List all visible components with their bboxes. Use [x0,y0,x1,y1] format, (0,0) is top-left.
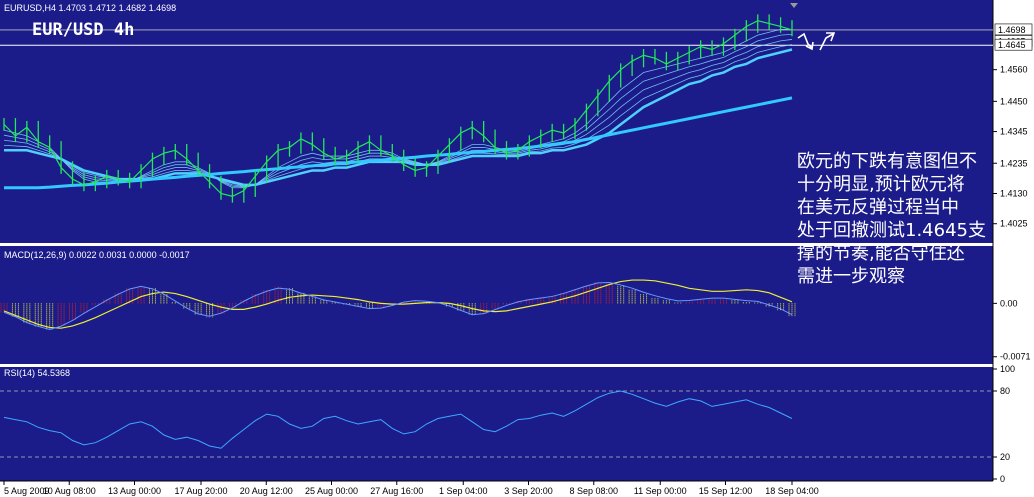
comment-line-1: 欧元的下跌有意图但不 [797,151,977,172]
macd-tick-label: -0.0071 [1000,352,1031,362]
rsi-panel[interactable] [0,367,993,481]
chart-title: EUR/USD 4h [32,20,134,40]
x-tick-label: 10 Aug 08:00 [43,486,96,496]
comment-line-3: 在美元反弹过程当中 [797,197,959,218]
price-tick-label: 1.4025 [1000,219,1028,229]
price-header: EURUSD,H4 1.4703 1.4712 1.4682 1.4698 [4,3,176,13]
x-tick-label: 17 Aug 20:00 [174,486,227,496]
price-tick-label: 1.4450 [1000,96,1028,106]
x-tick-label: 11 Sep 00:00 [634,486,687,496]
x-tick-label: 18 Sep 04:00 [765,486,819,496]
rsi-tick-label: 100 [1000,364,1015,374]
price-tick-label: 1.4235 [1000,158,1028,168]
x-tick-label: 20 Aug 12:00 [240,486,293,496]
x-tick-label: 13 Aug 00:00 [108,486,161,496]
x-tick-label: 8 Sep 08:00 [569,486,618,496]
x-tick-label: 27 Aug 16:00 [370,486,423,496]
rsi-header: RSI(14) 54.5368 [4,368,70,378]
price-tick-label: 1.4130 [1000,188,1028,198]
x-tick-label: 1 Sep 04:00 [439,486,488,496]
price-box-label: 1.4698 [998,25,1026,35]
x-tick-label: 15 Sep 12:00 [699,486,753,496]
rsi-tick-label: 80 [1000,386,1010,396]
comment-line-2: 十分明显,预计欧元将 [797,174,965,195]
macd-header: MACD(12,26,9) 0.0022 0.0031 0.0000 -0.00… [4,250,190,260]
comment-line-4: 处于回撤测试1.4645支 [797,220,986,241]
comment-line-6: 需进一步观察 [797,266,905,287]
rsi-tick-label: 20 [1000,452,1010,462]
rsi-tick-label: 0 [1000,474,1005,484]
price-tick-label: 1.4560 [1000,65,1028,75]
x-tick-label: 3 Sep 20:00 [504,486,553,496]
macd-tick-label: 0.00 [1000,298,1018,308]
price-box-label: 1.4645 [998,40,1026,50]
chart-canvas[interactable]: 1.4560 1.4450 1.4345 1.4235 1.4130 1.4025 0.00… [0,0,1034,497]
comment-line-5: 撑的节奏,能否守住还 [797,243,965,264]
price-tick-label: 1.4345 [1000,127,1028,137]
chart-window: 1.4560 1.4450 1.4345 1.4235 1.4130 1.4025 0.00… [0,0,1034,497]
x-tick-label: 25 Aug 00:00 [305,486,358,496]
